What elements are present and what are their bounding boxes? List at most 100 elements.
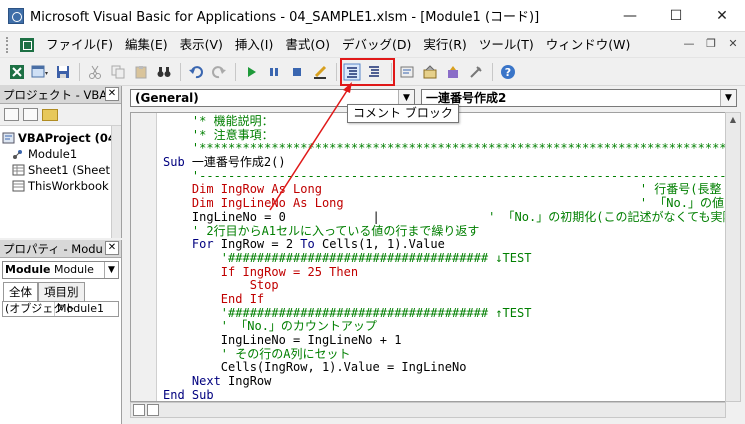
minimize-button[interactable]: —: [607, 0, 653, 32]
uncomment-block-button[interactable]: [364, 61, 386, 83]
worksheet-icon: [12, 164, 25, 176]
menu-format[interactable]: 書式(O): [279, 34, 336, 56]
toggle-folders-icon[interactable]: [42, 108, 58, 121]
code-line: Sub 一連番号作成2(): [163, 155, 725, 170]
scroll-up-icon[interactable]: ▲: [726, 113, 740, 127]
code-token: '* 機能説明：: [163, 114, 274, 128]
view-code-icon[interactable]: [4, 108, 19, 121]
close-button[interactable]: ✕: [699, 0, 745, 32]
toolbar-separator: [235, 63, 236, 81]
select-object-type: Module: [53, 263, 94, 276]
save-icon: [57, 66, 69, 78]
project-explorer-icon: [400, 66, 414, 78]
code-token: '* 注意事項：: [163, 127, 274, 142]
maximize-button[interactable]: ☐: [653, 0, 699, 32]
toolbar-separator: [336, 63, 337, 81]
properties-window-button[interactable]: [419, 61, 441, 83]
mdi-minimize-button[interactable]: —: [681, 36, 697, 52]
code-margin-bar[interactable]: [131, 113, 157, 401]
code-token: '***************************************…: [191, 141, 726, 156]
mdi-close-button[interactable]: ✕: [725, 36, 741, 52]
design-mode-button[interactable]: [309, 61, 331, 83]
code-line: IngLineNo = IngLineNo + 1: [163, 333, 725, 348]
code-token: Sub: [163, 155, 192, 170]
tree-item-module1[interactable]: Module1: [2, 146, 119, 162]
procedure-view-button[interactable]: [133, 404, 145, 416]
code-line: End If: [163, 292, 725, 307]
title-bar: Microsoft Visual Basic for Applications …: [0, 0, 745, 32]
tree-item-thisworkbook[interactable]: ThisWorkbook: [2, 178, 119, 194]
procedure-combo[interactable]: 一連番号作成2 ▼: [421, 89, 737, 107]
excel-icon[interactable]: [20, 37, 34, 52]
redo-button[interactable]: [208, 61, 230, 83]
undo-button[interactable]: [185, 61, 207, 83]
menu-debug[interactable]: デバッグ(D): [336, 34, 417, 56]
help-button[interactable]: ?: [497, 61, 519, 83]
menu-window[interactable]: ウィンドウ(W): [540, 34, 637, 56]
object-browser-icon: [448, 66, 458, 78]
toolbox-button[interactable]: [465, 61, 487, 83]
code-token: Next: [163, 374, 229, 389]
copy-icon: [111, 65, 125, 79]
code-token: To: [300, 237, 322, 252]
pause-icon: [270, 68, 278, 76]
menu-tools[interactable]: ツール(T): [473, 34, 540, 56]
project-panel-scrollbar[interactable]: [111, 126, 121, 238]
comment-block-button[interactable]: [341, 61, 363, 83]
code-line: ' 「No.」のカウントアップ: [163, 319, 725, 334]
code-token: '#################################### ↓T…: [163, 250, 532, 265]
view-excel-button[interactable]: [6, 61, 28, 83]
standard-toolbar: ?: [0, 59, 745, 86]
chevron-down-icon: ▼: [720, 90, 736, 106]
view-object-icon[interactable]: [23, 108, 38, 121]
mdi-restore-button[interactable]: ❐: [703, 36, 719, 52]
properties-panel-close-button[interactable]: ✕: [105, 241, 119, 255]
menu-run[interactable]: 実行(R): [417, 34, 472, 56]
project-panel-close-button[interactable]: ✕: [105, 87, 119, 101]
code-vertical-scrollbar[interactable]: ▲: [725, 112, 741, 402]
reset-button[interactable]: [286, 61, 308, 83]
insert-userform-button[interactable]: [29, 61, 51, 83]
break-button[interactable]: [263, 61, 285, 83]
code-token: IngRow = 2: [220, 237, 301, 252]
menu-edit[interactable]: 編集(E): [119, 34, 174, 56]
paste-button[interactable]: [130, 61, 152, 83]
project-panel-toolbar: [0, 104, 121, 126]
toolbar-separator: [492, 63, 493, 81]
code-token: IngLineNo = IngLineNo + 1: [163, 333, 402, 347]
object-browser-button[interactable]: [442, 61, 464, 83]
code-token: Stop: [249, 278, 279, 293]
property-row-name[interactable]: (オブジェクト Module1: [2, 301, 119, 317]
save-button[interactable]: [52, 61, 74, 83]
menu-file[interactable]: ファイル(F): [40, 34, 119, 56]
find-button[interactable]: [153, 61, 175, 83]
code-line: ' 2行目からA1セルに入っている値の行まで繰り返す: [163, 223, 725, 239]
tab-categorized[interactable]: 項目別: [38, 282, 85, 301]
full-module-view-button[interactable]: [147, 404, 159, 416]
properties-object-select[interactable]: Module Module ▼: [2, 261, 119, 279]
cut-button[interactable]: [84, 61, 106, 83]
code-horizontal-scrollbar[interactable]: [130, 402, 726, 418]
paste-icon: [135, 66, 147, 79]
code-lines: '* 機能説明： '* 注意事項： '*********************…: [163, 114, 726, 401]
menu-insert[interactable]: 挿入(I): [229, 34, 279, 56]
tree-item-sheet1[interactable]: Sheet1 (Sheet1): [2, 162, 119, 178]
menu-grip-handle[interactable]: [6, 36, 14, 53]
code-token: IngLineNo = 0 |: [163, 209, 489, 224]
comment-block-tooltip: コメント ブロック: [347, 104, 459, 123]
run-button[interactable]: [240, 61, 262, 83]
copy-button[interactable]: [107, 61, 129, 83]
chevron-down-icon: ▼: [104, 262, 118, 278]
tab-alphabetic[interactable]: 全体: [3, 282, 38, 301]
object-combo-value: (General): [135, 91, 199, 105]
menu-bar: ファイル(F) 編集(E) 表示(V) 挿入(I) 書式(O) デバッグ(D) …: [0, 32, 745, 58]
code-token: ' 2行目からA1セルに入っている値の行まで繰り返す: [163, 223, 480, 238]
menu-view[interactable]: 表示(V): [174, 34, 229, 56]
vbaproject-icon: [2, 132, 15, 144]
tree-item-vbaproject[interactable]: VBAProject (04_: [2, 130, 119, 146]
project-explorer-button[interactable]: [396, 61, 418, 83]
code-line: '#################################### ↓T…: [163, 250, 725, 266]
code-editor[interactable]: '* 機能説明： '* 注意事項： '*********************…: [130, 112, 726, 402]
stop-icon: [293, 68, 301, 76]
project-explorer-panel: プロジェクト - VBA ✕ VBAProject (04_ Module1 S…: [0, 86, 122, 238]
